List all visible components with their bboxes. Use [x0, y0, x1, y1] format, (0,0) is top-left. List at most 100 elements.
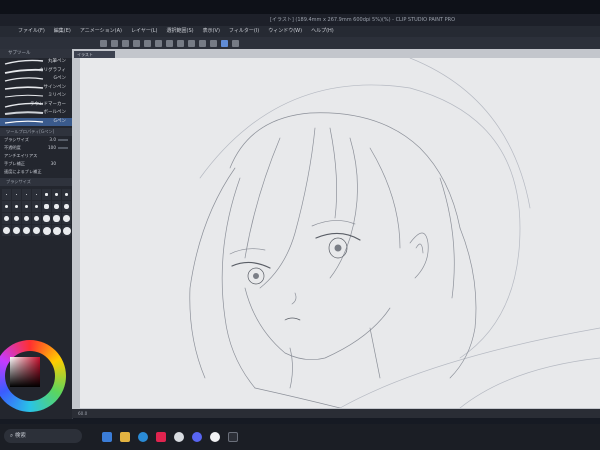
brush-size-option[interactable] [52, 225, 61, 236]
menu-animation[interactable]: アニメーション(A) [80, 26, 122, 37]
new-icon[interactable] [100, 39, 107, 47]
brush-size-option[interactable] [52, 201, 61, 212]
prop-slider[interactable] [58, 147, 68, 149]
brush-size-option[interactable] [62, 225, 71, 236]
brush-size-option[interactable] [2, 225, 11, 236]
brush-size-dot [43, 215, 50, 222]
menu-filter[interactable]: フィルター(I) [229, 26, 259, 37]
save-icon[interactable] [122, 39, 129, 47]
file-explorer-icon[interactable] [120, 432, 130, 442]
brush-size-option[interactable] [32, 225, 41, 236]
menu-layer[interactable]: レイヤー(L) [131, 26, 158, 37]
command-bar [0, 37, 600, 49]
open-icon[interactable] [111, 39, 118, 47]
menu-help[interactable]: ヘルプ(H) [311, 26, 334, 37]
redo-icon[interactable] [144, 39, 151, 47]
brush-stroke-icon [4, 59, 44, 65]
brush-size-option[interactable] [32, 189, 41, 200]
brush-stroke-icon [4, 77, 44, 82]
brush-size-dot [44, 204, 49, 209]
brush-size-option[interactable] [12, 213, 21, 224]
brush-size-dot [55, 193, 58, 196]
brush-item-selected[interactable]: Gペン [0, 117, 72, 126]
drawing-canvas[interactable] [80, 58, 600, 408]
brush-size-option[interactable] [12, 225, 21, 236]
brush-item[interactable]: サインペン [0, 84, 72, 93]
brush-item[interactable]: カリグラフィ [0, 67, 72, 76]
clip-studio-icon[interactable] [210, 432, 220, 442]
brush-item[interactable]: ボールペン [0, 109, 72, 118]
antialias-row[interactable]: アンチエイリアス [0, 152, 72, 160]
app-icon[interactable] [228, 432, 238, 442]
menu-view[interactable]: 表示(V) [203, 26, 220, 37]
menu-selection[interactable]: 選択範囲(S) [167, 26, 194, 37]
task-view-icon[interactable] [102, 432, 112, 442]
brush-size-option[interactable] [2, 201, 11, 212]
brush-item[interactable]: ミリペン [0, 92, 72, 101]
menu-edit[interactable]: 編集(E) [54, 26, 71, 37]
brush-label: ラウンドマーカー [30, 101, 66, 107]
menu-file[interactable]: ファイル(F) [18, 26, 45, 37]
brush-size-option[interactable] [62, 213, 71, 224]
brush-label: カリグラフィ [39, 67, 66, 73]
brush-size-option[interactable] [62, 189, 71, 200]
snap-special-icon[interactable] [221, 39, 228, 47]
brush-size-dot [34, 204, 39, 209]
brush-size-option[interactable] [32, 213, 41, 224]
brush-size-option[interactable] [22, 225, 31, 236]
brush-size-option[interactable] [42, 213, 51, 224]
edge-icon[interactable] [138, 432, 148, 442]
brush-label: ボールペン [43, 110, 67, 115]
brush-size-dot [23, 215, 30, 222]
brush-size-option[interactable] [22, 213, 31, 224]
snap-ruler-icon[interactable] [210, 39, 217, 47]
brush-size-option[interactable] [22, 189, 31, 200]
prop-slider[interactable] [58, 139, 68, 141]
brush-item[interactable]: Gペン [0, 75, 72, 84]
opacity-row[interactable]: 不透明度 100 [0, 144, 72, 152]
brush-size-dot [4, 216, 9, 221]
undo-icon[interactable] [133, 39, 140, 47]
stabilization-row[interactable]: 手ブレ補正 30 [0, 160, 72, 168]
speed-stabilization-row[interactable]: 速度によるブレ補正 [0, 168, 72, 176]
crop-icon[interactable] [188, 39, 195, 47]
deselect-icon[interactable] [177, 39, 184, 47]
color-saturation-square[interactable] [10, 357, 40, 387]
brush-size-header: ブラシサイズ [0, 178, 72, 186]
sketch-drawing [189, 58, 600, 408]
brush-size-dot [62, 226, 71, 235]
brush-size-option[interactable] [42, 201, 51, 212]
transform-icon[interactable] [166, 39, 173, 47]
fill-icon[interactable] [199, 39, 206, 47]
brush-size-option[interactable] [52, 189, 61, 200]
snap-grid-icon[interactable] [232, 39, 239, 47]
brush-size-dot [5, 205, 8, 208]
brush-size-option[interactable] [52, 213, 61, 224]
brush-size-option[interactable] [62, 201, 71, 212]
document-tab[interactable]: イラスト [74, 51, 115, 58]
music-icon[interactable] [156, 432, 166, 442]
brush-size-grid [0, 186, 72, 239]
brush-item[interactable]: ラウンドマーカー [0, 101, 72, 110]
brush-size-dot [12, 226, 21, 235]
brush-size-option[interactable] [12, 201, 21, 212]
menu-window[interactable]: ウィンドウ(W) [268, 26, 302, 37]
brush-size-option[interactable] [42, 189, 51, 200]
menu-bar: ファイル(F) 編集(E) アニメーション(A) レイヤー(L) 選択範囲(S)… [0, 26, 600, 37]
taskbar-search[interactable]: ⌕ 検索 [4, 429, 82, 443]
clear-icon[interactable] [155, 39, 162, 47]
brush-size-option[interactable] [2, 213, 11, 224]
brush-size-option[interactable] [2, 189, 11, 200]
brush-size-dot [6, 194, 7, 195]
brush-size-dot [25, 193, 28, 196]
brush-size-option[interactable] [12, 189, 21, 200]
app-icon[interactable] [174, 432, 184, 442]
brush-size-option[interactable] [42, 225, 51, 236]
window-title: [イラスト] (189.4mm x 267.9mm 600dpi 5%)(%) … [270, 17, 456, 23]
brush-item[interactable]: 丸筆ペン [0, 58, 72, 67]
brush-size-option[interactable] [32, 201, 41, 212]
discord-icon[interactable] [192, 432, 202, 442]
brush-size-option[interactable] [22, 201, 31, 212]
brush-label: Gペン [53, 76, 67, 81]
brush-size-row[interactable]: ブラシサイズ 3.0 [0, 136, 72, 144]
